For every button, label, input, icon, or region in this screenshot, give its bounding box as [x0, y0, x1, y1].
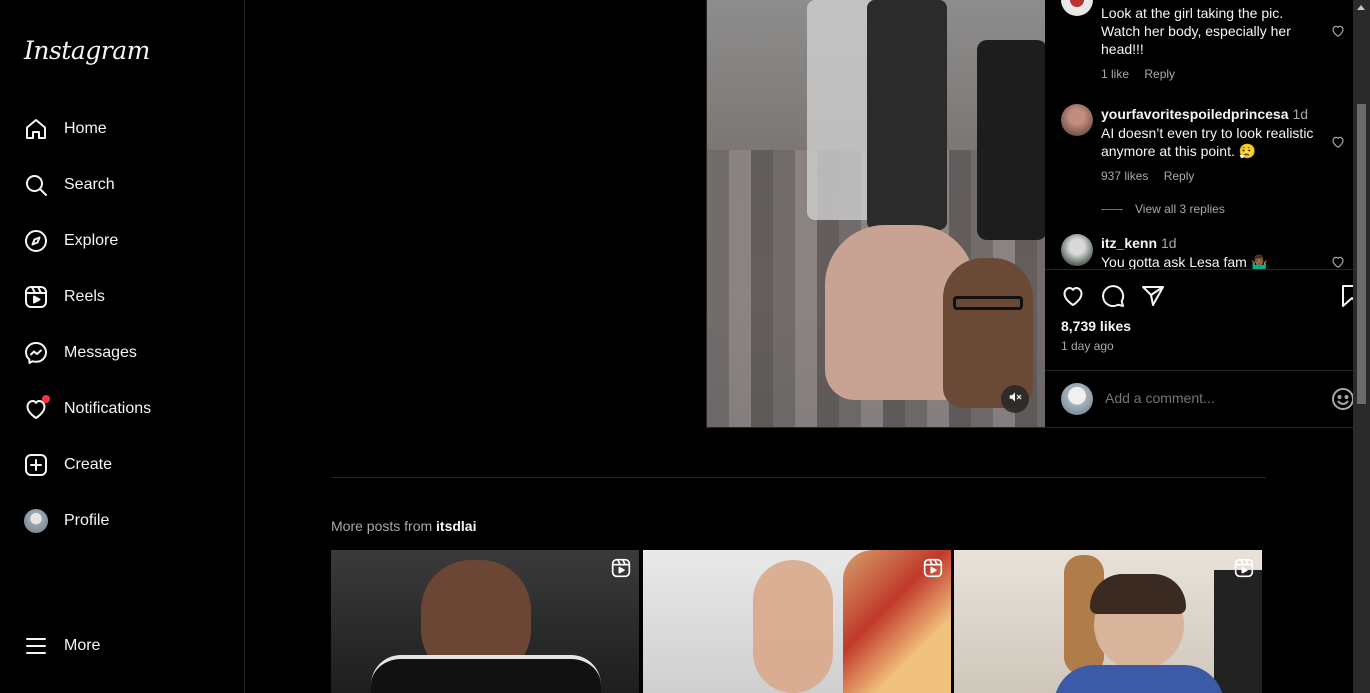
heart-icon[interactable]: [1331, 24, 1345, 43]
comment-like-count[interactable]: 937 likes: [1101, 169, 1148, 183]
reels-icon: [611, 558, 631, 583]
sidebar-item-label: Reels: [64, 288, 105, 305]
avatar[interactable]: [1061, 234, 1093, 266]
sidebar-item-label: Explore: [64, 232, 119, 249]
sidebar-item-search[interactable]: Search: [12, 161, 232, 209]
sidebar-item-create[interactable]: Create: [12, 441, 232, 489]
reply-button[interactable]: Reply: [1144, 67, 1175, 81]
sidebar-item-explore[interactable]: Explore: [12, 217, 232, 265]
instagram-logo[interactable]: Instagram: [24, 36, 150, 65]
avatar[interactable]: [1061, 104, 1093, 136]
comment-time: 1d: [1161, 235, 1177, 251]
comment-text: You gotta ask Lesa fam 🤷🏾‍♂️: [1101, 254, 1269, 270]
post-video[interactable]: [706, 0, 1045, 428]
page-scrollbar[interactable]: [1353, 0, 1370, 693]
reply-button[interactable]: Reply: [1164, 169, 1195, 183]
comment-text: AI doesn’t even try to look realistic an…: [1101, 125, 1314, 159]
comment-text: Look at the girl taking the pic. Watch h…: [1101, 5, 1291, 57]
comment-time: 1d: [1292, 106, 1309, 122]
emoji-icon[interactable]: [1331, 387, 1355, 416]
post-actions: [1061, 284, 1367, 310]
view-replies-button[interactable]: View all 3 replies: [1101, 202, 1225, 216]
sidebar-item-messages[interactable]: Messages: [12, 329, 232, 377]
sidebar-item-label: Home: [64, 120, 107, 137]
sidebar-item-home[interactable]: Home: [12, 105, 232, 153]
reels-icon: [1234, 558, 1254, 583]
comment-username[interactable]: yourfavoritespoiledprincesa: [1101, 106, 1289, 122]
mute-button[interactable]: [1001, 385, 1029, 413]
heart-icon[interactable]: [1331, 255, 1345, 269]
sidebar-item-label: Profile: [64, 512, 110, 529]
plus-square-icon: [24, 453, 48, 477]
sidebar-item-label: Create: [64, 456, 113, 473]
speaker-muted-icon: [1008, 390, 1022, 409]
scroll-up-arrow[interactable]: [1357, 5, 1365, 10]
post-timestamp: 1 day ago: [1061, 339, 1114, 353]
post-like-count[interactable]: 8,739 likes: [1061, 318, 1131, 334]
more-posts-username[interactable]: itsdlai: [436, 518, 476, 534]
add-comment-bar: [1045, 370, 1370, 426]
post-side-panel: Look at the girl taking the pic. Watch h…: [1045, 0, 1370, 428]
avatar: [24, 509, 48, 533]
section-divider: [331, 477, 1266, 478]
reels-icon: [24, 285, 48, 309]
avatar[interactable]: [1061, 0, 1093, 16]
messenger-icon: [24, 341, 48, 365]
sidebar-item-label: More: [64, 637, 101, 654]
home-icon: [24, 117, 48, 141]
comment-username[interactable]: itz_kenn: [1101, 235, 1157, 251]
notification-badge: [42, 395, 50, 403]
compass-icon: [24, 229, 48, 253]
grid-post[interactable]: [331, 550, 639, 693]
like-heart-icon[interactable]: [1061, 284, 1085, 313]
comment-input[interactable]: [1105, 390, 1325, 406]
heart-icon: [24, 395, 50, 421]
comment-bubble-icon[interactable]: [1101, 284, 1125, 313]
view-replies-label: View all 3 replies: [1135, 202, 1225, 216]
sidebar-item-profile[interactable]: Profile: [12, 497, 232, 545]
share-paper-plane-icon[interactable]: [1141, 284, 1165, 313]
main-content: Look at the girl taking the pic. Watch h…: [245, 0, 1370, 693]
grid-post[interactable]: [954, 550, 1262, 693]
avatar: [1061, 383, 1093, 415]
search-icon: [24, 173, 48, 197]
sidebar-item-label: Notifications: [64, 400, 152, 417]
grid-post[interactable]: [643, 550, 951, 693]
more-posts-heading: More posts from itsdlai: [331, 518, 477, 534]
sidebar-item-notifications[interactable]: Notifications: [12, 385, 232, 433]
sidebar-item-reels[interactable]: Reels: [12, 273, 232, 321]
menu-icon: [24, 634, 48, 658]
reels-icon: [923, 558, 943, 583]
comment-like-count[interactable]: 1 like: [1101, 67, 1129, 81]
scrollbar-thumb[interactable]: [1357, 104, 1366, 404]
sidebar-item-label: Search: [64, 176, 115, 193]
comments-list[interactable]: Look at the girl taking the pic. Watch h…: [1045, 0, 1370, 270]
sidebar-item-label: Messages: [64, 344, 137, 361]
heart-icon[interactable]: [1331, 135, 1345, 154]
sidebar-item-more[interactable]: More: [12, 622, 232, 670]
sidebar: Instagram Home Search Explore Reels Mess…: [0, 0, 245, 693]
